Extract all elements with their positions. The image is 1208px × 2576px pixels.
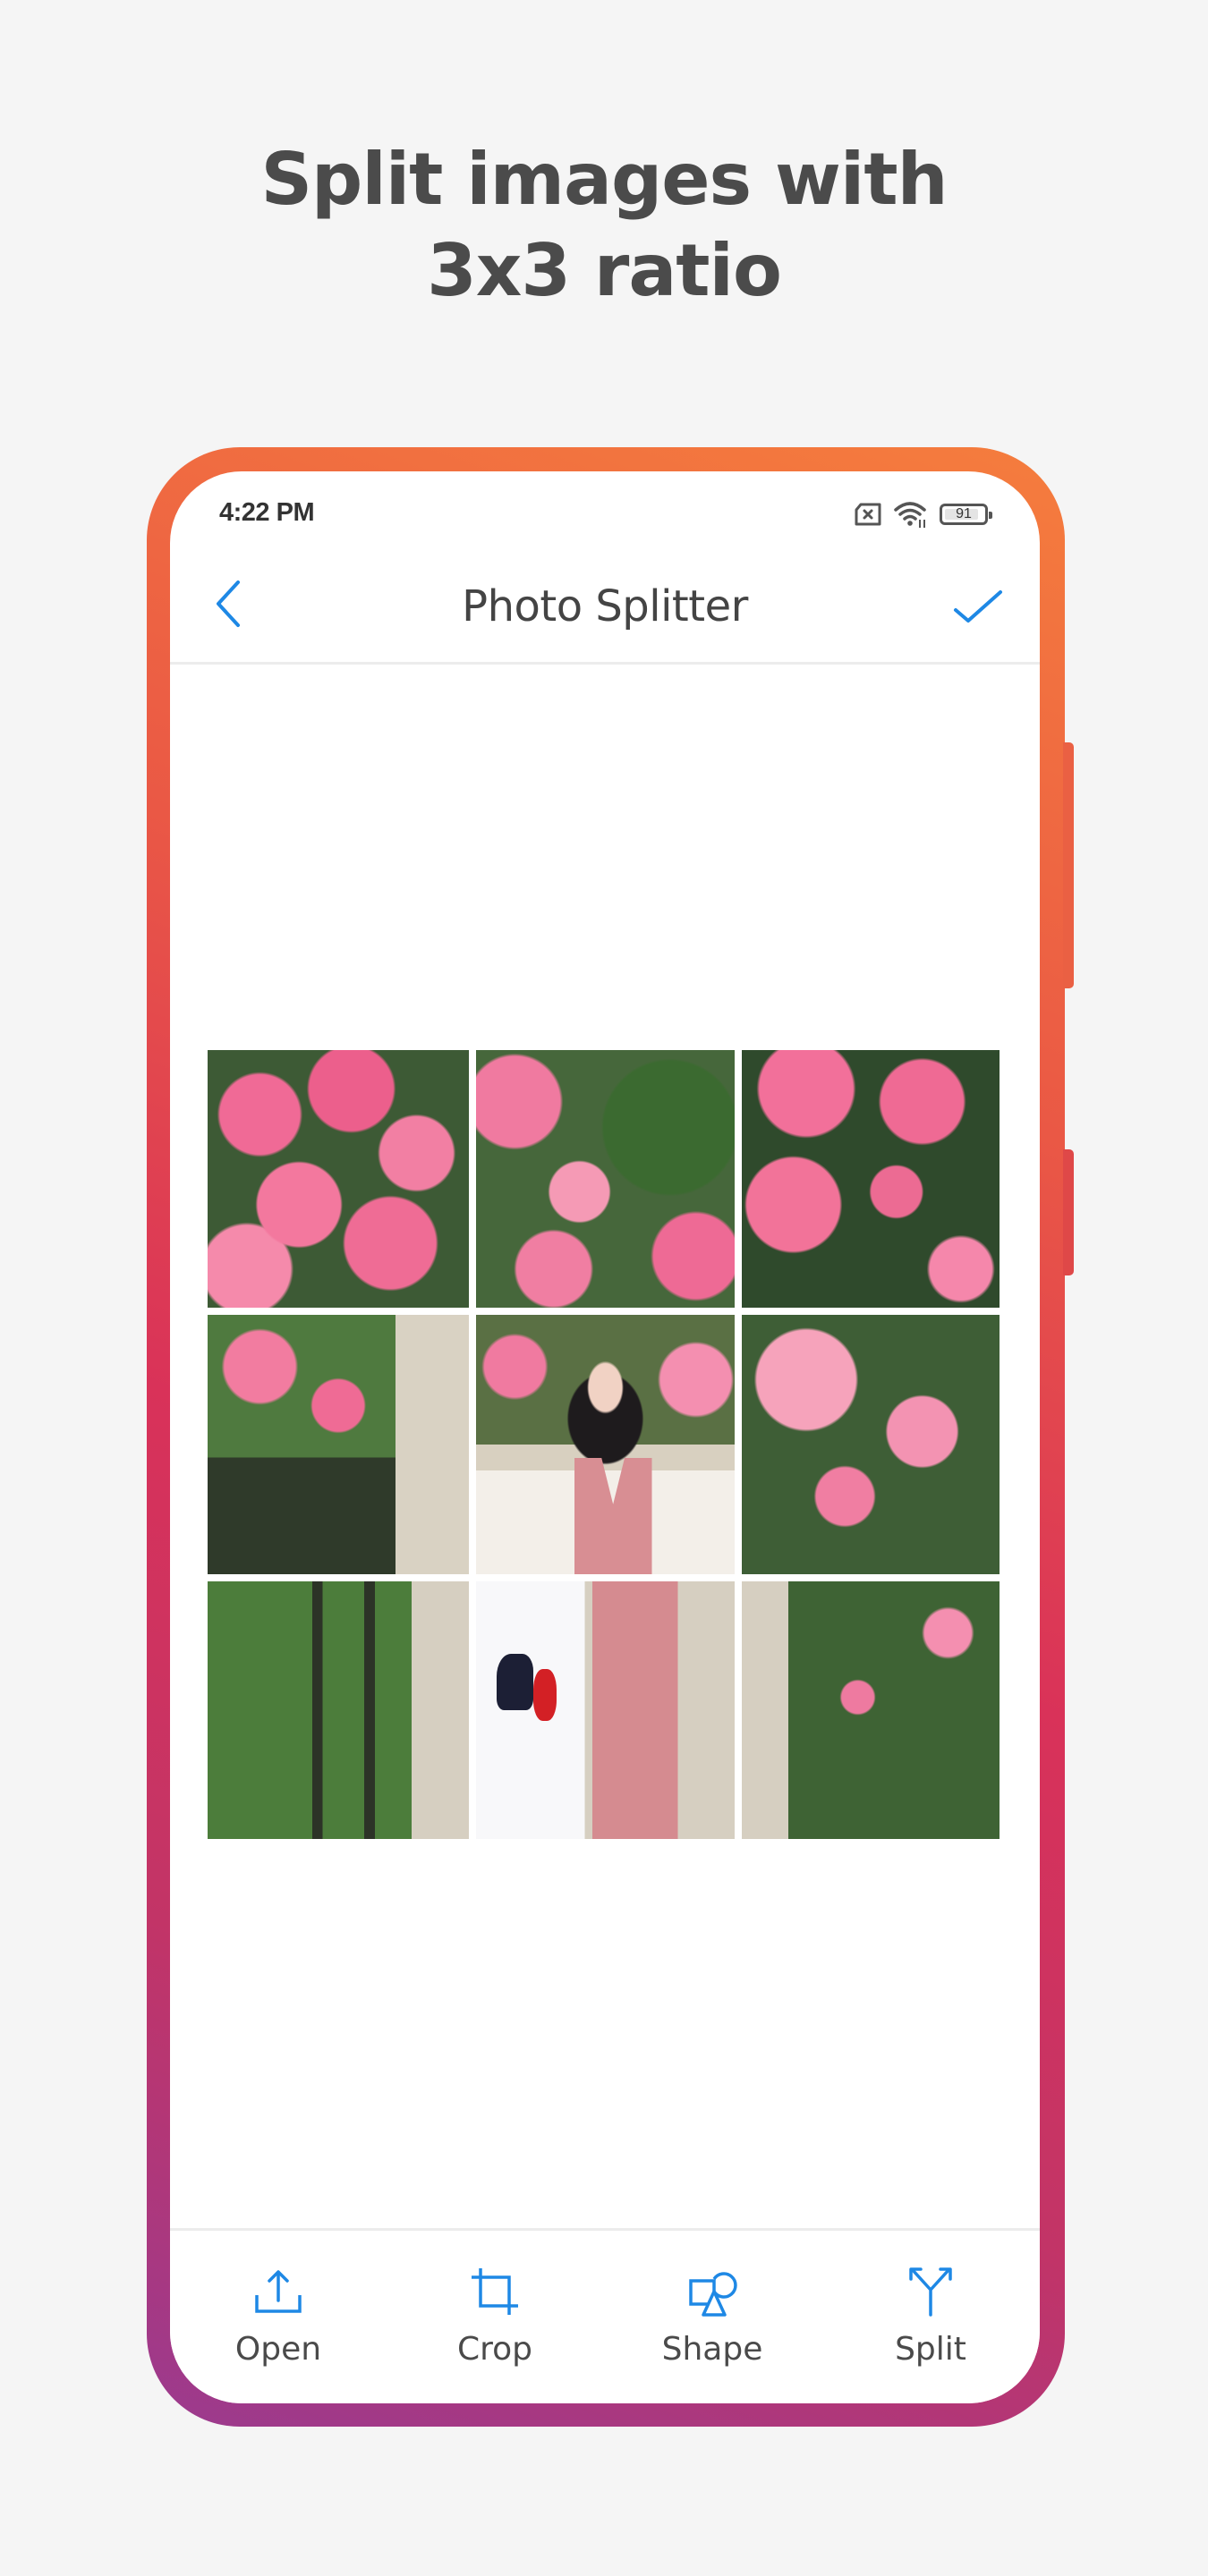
nav-bar: Photo Splitter — [170, 552, 1040, 665]
grid-tile-3-3[interactable] — [742, 1581, 1000, 1839]
grid-tile-2-1[interactable] — [208, 1315, 469, 1574]
grid-tile-1-2[interactable] — [476, 1050, 735, 1308]
grid-tile-1-1[interactable] — [208, 1050, 469, 1308]
page-title: Photo Splitter — [462, 581, 748, 631]
checkmark-icon — [954, 590, 1002, 623]
split-button[interactable]: Split — [850, 2231, 1011, 2374]
split-grid — [208, 1050, 1000, 1839]
crop-label: Crop — [456, 2331, 533, 2368]
wifi-icon — [894, 502, 926, 528]
grid-tile-3-2[interactable] — [476, 1581, 735, 1839]
split-label: Split — [895, 2331, 966, 2368]
headline-line-1: Split images with — [260, 138, 948, 221]
battery-level: 91 — [956, 506, 972, 521]
status-time: 4:22 PM — [219, 498, 315, 527]
shapes-icon — [689, 2272, 737, 2317]
grid-tile-3-1[interactable] — [208, 1581, 469, 1839]
grid-tile-2-2[interactable] — [476, 1315, 735, 1574]
bottom-toolbar: Open Crop Shape Split — [170, 2228, 1040, 2403]
crop-icon — [472, 2268, 518, 2315]
sim-off-icon — [855, 503, 881, 526]
headline: Split images with 3x3 ratio — [0, 134, 1208, 317]
status-bar: 4:22 PM 91 — [170, 471, 1040, 552]
open-label: Open — [234, 2331, 322, 2368]
shape-label: Shape — [661, 2331, 763, 2368]
shape-button[interactable]: Shape — [632, 2231, 793, 2374]
grid-tile-2-3[interactable] — [742, 1315, 1000, 1574]
headline-line-2: 3x3 ratio — [427, 229, 782, 312]
battery-icon: 91 — [940, 504, 992, 525]
phone-screen: 4:22 PM 91 Photo Splitter Open Crop Shap… — [170, 471, 1040, 2403]
upload-icon — [255, 2270, 302, 2313]
done-button[interactable] — [941, 574, 1013, 637]
crop-button[interactable]: Crop — [414, 2231, 575, 2374]
open-button[interactable]: Open — [198, 2231, 359, 2374]
split-icon — [909, 2267, 952, 2317]
status-icons: 91 — [854, 500, 992, 529]
editor-canvas — [170, 665, 1040, 2228]
power-button — [1063, 742, 1074, 988]
volume-button — [1063, 1149, 1074, 1275]
grid-tile-1-3[interactable] — [742, 1050, 1000, 1308]
